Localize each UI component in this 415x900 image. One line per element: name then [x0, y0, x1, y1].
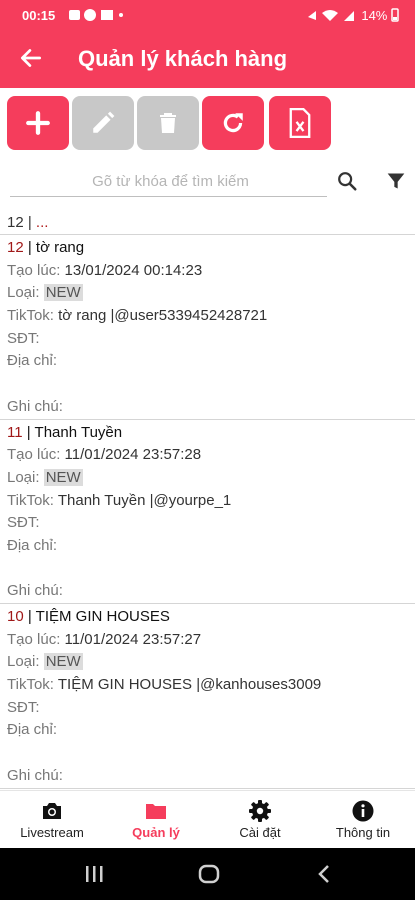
type-label: Loại:: [7, 468, 40, 486]
search-icon[interactable]: [336, 170, 358, 192]
created-label: Tạo lúc:: [7, 261, 61, 279]
tiktok-label: TikTok:: [7, 676, 54, 694]
add-button[interactable]: [7, 96, 69, 150]
nav-livestream[interactable]: Livestream: [0, 791, 104, 849]
info-icon: [352, 800, 374, 822]
filter-icon[interactable]: [386, 171, 406, 191]
bottom-nav: Livestream Quản lý Cài đặt Thông tin: [0, 790, 415, 849]
system-icons: 14%: [306, 8, 399, 23]
type-label: Loại:: [7, 653, 40, 671]
created-value: 13/01/2024 00:14:23: [64, 261, 203, 279]
customer-id: 12: [7, 239, 24, 256]
tiktok-label: TikTok:: [7, 491, 54, 509]
nav-info[interactable]: Thông tin: [311, 791, 415, 849]
nav-settings-label: Cài đặt: [239, 825, 281, 840]
page-title: Quản lý khách hàng: [78, 46, 288, 71]
action-toolbar: [0, 96, 415, 152]
gear-icon: [249, 800, 271, 822]
customer-list: 12 | ... 12 | tờ rang Tạo lúc: 13/01/202…: [0, 212, 415, 790]
customer-name: TIỆM GIN HOUSES: [35, 608, 170, 625]
customer-id: 10: [7, 608, 24, 625]
list-header-id: 12: [7, 214, 24, 231]
customer-id: 11: [7, 423, 23, 441]
tiktok-value: tờ rang |@user5339452428721: [58, 307, 268, 325]
refresh-icon: [223, 113, 243, 133]
nav-manage-label: Quản lý: [132, 825, 180, 840]
note-label: Ghi chú:: [7, 582, 63, 600]
created-label: Tạo lúc:: [7, 630, 61, 648]
nav-manage[interactable]: Quản lý: [104, 791, 208, 849]
camera-icon: [43, 803, 61, 819]
note-label: Ghi chú:: [7, 766, 63, 784]
search-input[interactable]: [10, 166, 331, 196]
back-arrow-icon[interactable]: [18, 45, 44, 71]
edit-button[interactable]: [72, 96, 134, 150]
customer-name: tờ rang: [35, 239, 85, 256]
tiktok-value: TIỆM GIN HOUSES |@kanhouses3009: [57, 676, 322, 694]
customer-name: Thanh Tuyền: [34, 423, 123, 441]
system-back-icon[interactable]: [316, 864, 332, 884]
app-bar: Quản lý khách hàng: [0, 30, 415, 88]
created-label: Tạo lúc:: [7, 446, 61, 464]
type-badge: NEW: [43, 468, 83, 486]
plus-icon: [26, 111, 50, 135]
created-value: 11/01/2024 23:57:28: [64, 446, 202, 464]
folder-icon: [146, 804, 166, 819]
home-icon[interactable]: [198, 864, 220, 884]
battery-text: 14%: [361, 8, 388, 23]
status-time: 00:15: [22, 8, 56, 23]
list-header-row[interactable]: 12 | ...: [0, 212, 415, 235]
phone-label: SĐT:: [7, 514, 40, 532]
type-badge: NEW: [43, 284, 83, 302]
recent-apps-icon[interactable]: [84, 865, 104, 883]
delete-button[interactable]: [137, 96, 199, 150]
system-navigation-bar: [0, 848, 415, 900]
list-header-ellipsis: ...: [35, 214, 49, 231]
list-header-sep: |: [23, 214, 36, 231]
battery-icon: [391, 8, 399, 22]
nav-settings[interactable]: Cài đặt: [208, 791, 312, 849]
pencil-icon: [93, 111, 115, 133]
type-badge: NEW: [43, 653, 83, 671]
address-label: Địa chỉ:: [7, 352, 58, 370]
list-item[interactable]: 12 | tờ rang Tạo lúc: 13/01/2024 00:14:2…: [0, 235, 415, 420]
export-excel-button[interactable]: [269, 96, 331, 150]
trash-icon: [160, 113, 176, 133]
status-bar: 00:15 14%: [0, 0, 415, 30]
notification-icons-glyph: [69, 9, 123, 21]
note-label: Ghi chú:: [7, 397, 63, 415]
list-item[interactable]: 10 | TIỆM GIN HOUSES Tạo lúc: 11/01/2024…: [0, 604, 415, 789]
notification-icons: [68, 8, 128, 25]
refresh-button[interactable]: [202, 96, 264, 150]
nav-info-label: Thông tin: [335, 825, 391, 840]
address-label: Địa chỉ:: [7, 721, 58, 739]
type-label: Loại:: [7, 284, 40, 302]
search-field: [10, 166, 331, 197]
phone-label: SĐT:: [7, 698, 40, 716]
excel-file-icon: [289, 108, 311, 138]
tiktok-value: Thanh Tuyền |@yourpe_1: [57, 491, 232, 509]
list-item[interactable]: 11 | Thanh Tuyền Tạo lúc: 11/01/2024 23:…: [0, 420, 415, 604]
tiktok-label: TikTok:: [7, 307, 54, 325]
address-label: Địa chỉ:: [7, 536, 58, 554]
signal-wifi-icons: [307, 10, 354, 21]
phone-label: SĐT:: [7, 329, 40, 347]
created-value: 11/01/2024 23:57:27: [64, 630, 202, 648]
nav-livestream-label: Livestream: [20, 825, 84, 840]
